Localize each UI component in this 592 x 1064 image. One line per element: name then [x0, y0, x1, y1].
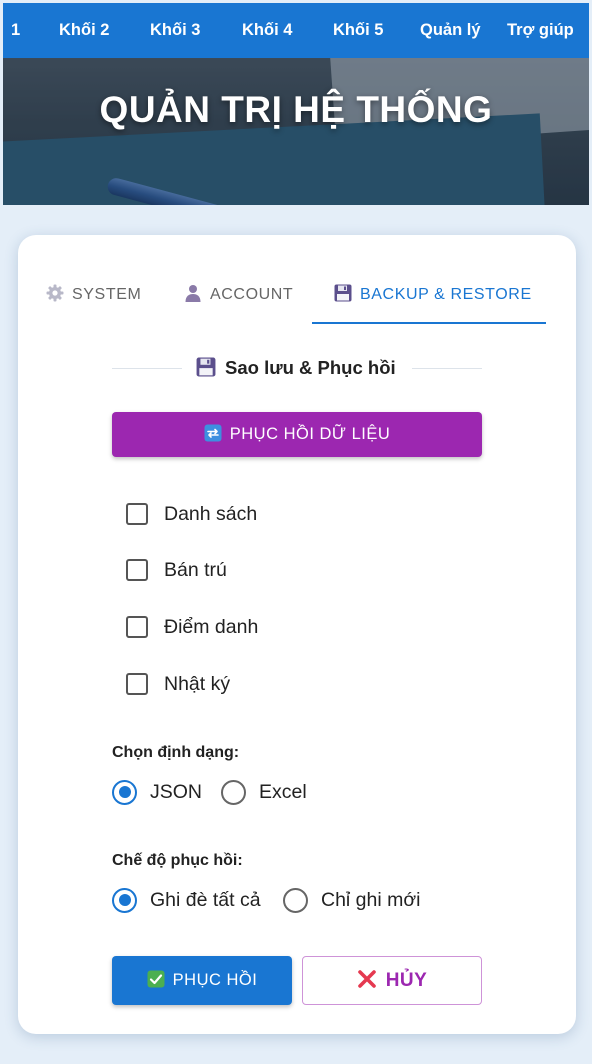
radio-label: JSON	[150, 780, 203, 803]
page-title: QUẢN TRỊ HỆ THỐNG	[99, 89, 493, 130]
gear-icon	[46, 284, 64, 302]
nav-item-khoi-2[interactable]: Khối 2	[59, 3, 109, 58]
tab-system[interactable]: SYSTEM	[46, 284, 141, 306]
radio-label: Excel	[259, 780, 307, 803]
radio-button[interactable]	[221, 779, 246, 805]
nav-item-tro-giup[interactable]: Trợ giúp	[507, 3, 574, 58]
radio-format-excel[interactable]: Excel	[221, 779, 307, 805]
mode-group-label: Chế độ phục hồi:	[112, 852, 243, 869]
active-tab-indicator	[312, 322, 546, 324]
restore-data-button-label: PHỤC HỒI DỮ LIỆU	[229, 425, 391, 443]
top-navigation: 1 Khối 2 Khối 3 Khối 4 Khối 5 Quản lý Tr…	[3, 3, 589, 58]
nav-item-khoi-3[interactable]: Khối 3	[150, 3, 200, 58]
section-divider-right	[412, 368, 482, 369]
format-group-label: Chọn định dạng:	[112, 744, 240, 761]
radio-label: Chỉ ghi mới	[321, 888, 421, 911]
tab-account-label: ACCOUNT	[210, 286, 294, 303]
checkbox-nhat-ky[interactable]: Nhật ký	[126, 672, 230, 696]
cross-mark-icon	[357, 960, 377, 988]
restore-button-label: PHỤC HỒI	[172, 971, 258, 989]
cancel-button-label: HỦY	[385, 970, 428, 991]
checkbox-ban-tru[interactable]: Bán trú	[126, 558, 227, 582]
cancel-button[interactable]: HỦY	[302, 956, 482, 1005]
check-mark-icon	[147, 959, 165, 988]
section-divider-left	[112, 368, 182, 369]
checkbox-box[interactable]	[126, 673, 148, 695]
nav-item-1[interactable]: 1	[11, 3, 20, 58]
checkbox-danh-sach[interactable]: Danh sách	[126, 502, 257, 526]
radio-button[interactable]	[283, 887, 308, 913]
checkbox-box[interactable]	[126, 503, 148, 525]
nav-item-quan-ly[interactable]: Quản lý	[420, 3, 481, 58]
tab-account[interactable]: ACCOUNT	[184, 284, 293, 306]
section-title: Sao lưu & Phục hồi	[196, 356, 396, 380]
checkbox-label: Bán trú	[164, 558, 227, 581]
admin-card	[18, 235, 576, 1034]
checkbox-box[interactable]	[126, 559, 148, 581]
restore-button[interactable]: PHỤC HỒI	[112, 956, 292, 1005]
checkbox-label: Nhật ký	[164, 672, 231, 695]
checkbox-diem-danh[interactable]: Điểm danh	[126, 615, 258, 639]
radio-format-json[interactable]: JSON	[112, 779, 202, 805]
radio-button-selected[interactable]	[112, 887, 137, 913]
section-title-text: Sao lưu & Phục hồi	[225, 357, 396, 378]
checkbox-label: Danh sách	[164, 502, 258, 525]
tab-backup-restore-label: BACKUP & RESTORE	[360, 286, 532, 303]
checkbox-label: Điểm danh	[164, 615, 259, 638]
floppy-disk-icon	[196, 357, 216, 377]
tab-backup-restore[interactable]: BACKUP & RESTORE	[334, 284, 532, 306]
checkbox-box[interactable]	[126, 616, 148, 638]
person-icon	[184, 284, 202, 302]
radio-mode-new-only[interactable]: Chỉ ghi mới	[283, 887, 420, 913]
nav-item-khoi-4[interactable]: Khối 4	[242, 3, 292, 58]
banner-overlay	[3, 58, 589, 205]
refresh-arrows-icon	[204, 415, 222, 442]
radio-label: Ghi đè tất cả	[150, 888, 261, 911]
nav-item-khoi-5[interactable]: Khối 5	[333, 3, 383, 58]
floppy-disk-icon	[334, 284, 352, 302]
radio-button-selected[interactable]	[112, 779, 137, 805]
page-banner	[3, 58, 589, 205]
restore-data-button[interactable]: PHỤC HỒI DỮ LIỆU	[112, 412, 482, 457]
radio-mode-overwrite-all[interactable]: Ghi đè tất cả	[112, 887, 261, 913]
tab-system-label: SYSTEM	[72, 286, 142, 303]
